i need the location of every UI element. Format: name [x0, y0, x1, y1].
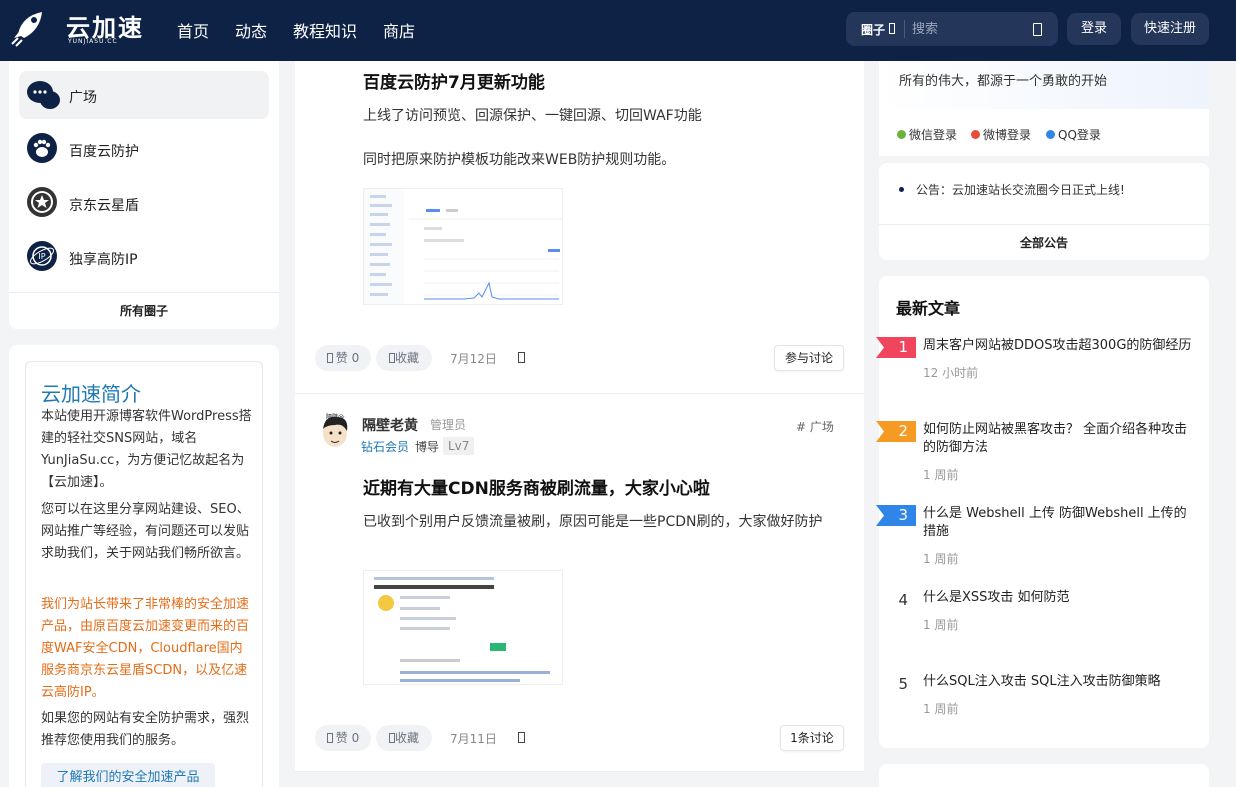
intro-box: 云加速简介 本站使用开源博客软件WordPress搭建的轻社交SNS网站，域名Y… — [25, 361, 263, 787]
article-link[interactable]: 如何防止网站被黑客攻击？ 全面介绍各种攻击的防御方法 — [923, 421, 1195, 457]
rank-number: 5 — [898, 675, 908, 693]
sidebar-item-label: 独享高防IP — [69, 252, 138, 268]
article-link[interactable]: 什么SQL注入攻击 SQL注入攻击防御策略 — [923, 673, 1195, 691]
sidebar-item-square[interactable]: 广场 — [19, 71, 269, 119]
search-input[interactable] — [912, 19, 1022, 39]
svg-text:隔壁@: 隔壁@ — [326, 413, 344, 421]
post-image[interactable] — [363, 188, 563, 305]
notice-item[interactable]: 公告：云加速站长交流圈今日正式上线! — [916, 181, 1125, 198]
article-time: 1 周前 — [923, 618, 959, 632]
nav-home[interactable]: 首页 — [177, 18, 209, 42]
avatar[interactable]: 隔壁@ — [317, 411, 353, 451]
sidebar-item-ip[interactable]: IP 独享高防IP — [19, 233, 269, 281]
nav-tutorials[interactable]: 教程知识 — [293, 18, 357, 42]
search-bar: 圈子 — [846, 12, 1058, 46]
site-logo[interactable]: 云加速 YUNJIASU.CC — [8, 8, 148, 48]
svg-text:IP: IP — [38, 252, 45, 261]
nav-shop[interactable]: 商店 — [383, 18, 415, 42]
next-card — [879, 764, 1209, 787]
ip-globe-icon: IP — [27, 241, 57, 271]
sidebar-item-jd[interactable]: 京东云星盾 — [19, 179, 269, 227]
sidebar-item-label: 京东云星盾 — [69, 198, 139, 214]
chat-bubbles-icon — [27, 79, 60, 109]
thumbs-up-icon — [326, 353, 333, 363]
intro-highlight: 我们为站长带来了非常棒的安全加速产品，由原百度云加速变更而来的百度WAF安全CD… — [41, 597, 250, 700]
circle-tag[interactable]: # 广场 — [796, 418, 834, 435]
sidebar-item-baidu[interactable]: 百度云防护 — [19, 125, 269, 173]
qq-login[interactable]: QQ登录 — [1046, 126, 1101, 143]
article-time: 12 小时前 — [923, 366, 979, 380]
article-link[interactable]: 周末客户网站被DDOS攻击超300G的防御经历 — [923, 337, 1195, 355]
favorite-button[interactable]: 收藏 — [376, 725, 432, 751]
article-time: 1 周前 — [923, 702, 959, 716]
post-text: 已收到个别用户反馈流量被刷，原因可能是一些PCDN刷的，大家做好防护 — [363, 514, 823, 530]
wechat-icon — [897, 130, 906, 139]
nav-feed[interactable]: 动态 — [235, 18, 267, 42]
intro-paragraph: 您可以在这里分享网站建设、SEO、网站推广等经验，有问题还可以发贴求助我们，关于… — [41, 502, 250, 561]
search-divider — [904, 20, 905, 38]
favorite-button[interactable]: 收藏 — [376, 345, 432, 371]
article-link[interactable]: 什么是XSS攻击 如何防范 — [923, 589, 1195, 607]
article-time: 1 周前 — [923, 468, 959, 482]
rank-number: 4 — [898, 591, 908, 609]
all-circles-link[interactable]: 所有圈子 — [9, 302, 279, 319]
title-badge: 博导 — [415, 440, 440, 454]
qq-icon — [1046, 130, 1055, 139]
weibo-icon — [971, 130, 980, 139]
share-icon[interactable] — [518, 352, 525, 363]
motto-text: 所有的伟大，都源于一个勇敢的开始 — [899, 74, 1108, 89]
thumbs-up-icon — [326, 733, 333, 743]
like-button[interactable]: 赞 0 — [315, 345, 371, 371]
divider — [9, 292, 279, 293]
level-badge: Lv7 — [443, 437, 475, 455]
author-name[interactable]: 隔壁老黄 — [362, 415, 418, 435]
article-link[interactable]: 什么是 Webshell 上传 防御Webshell 上传的措施 — [923, 505, 1195, 541]
baidu-paw-icon — [27, 133, 57, 163]
intro-title: 云加速简介 — [41, 382, 141, 406]
dropdown-icon — [889, 23, 895, 34]
vip-badge: 钻石会员 — [361, 440, 410, 454]
post-text: 上线了访问预览、回源保护、一键回源、切回WAF功能 — [363, 108, 702, 124]
wechat-login[interactable]: 微信登录 — [897, 126, 957, 143]
post-date: 7月11日 — [450, 732, 497, 746]
author-role: 管理员 — [430, 418, 467, 432]
brand-subtitle: YUNJIASU.CC — [68, 38, 118, 45]
intro-paragraph: 本站使用开源博客软件WordPress搭建的轻社交SNS网站，域名YunJiaS… — [41, 409, 252, 490]
discuss-button[interactable]: 参与讨论 — [774, 345, 844, 371]
discuss-button[interactable]: 1条讨论 — [780, 725, 844, 751]
share-icon[interactable] — [518, 732, 525, 743]
register-button[interactable]: 快速注册 — [1131, 13, 1209, 45]
divider — [879, 224, 1209, 225]
weibo-login[interactable]: 微博登录 — [971, 126, 1031, 143]
like-button[interactable]: 赞 0 — [315, 725, 371, 751]
products-link[interactable]: 了解我们的安全加速产品 — [41, 763, 215, 787]
latest-articles-title: 最新文章 — [896, 299, 961, 318]
post-text: 同时把原来防护模板功能改来WEB防护规则功能。 — [363, 152, 676, 168]
circle-filter-select[interactable]: 圈子 — [861, 21, 885, 38]
login-button[interactable]: 登录 — [1067, 13, 1121, 45]
sidebar-item-label: 百度云防护 — [69, 144, 139, 160]
post-title[interactable]: 近期有大量CDN服务商被刷流量，大家小心啦 — [363, 474, 710, 499]
post-title[interactable]: 百度云防护7月更新功能 — [363, 68, 545, 93]
top-header: 云加速 YUNJIASU.CC 首页 动态 教程知识 商店 圈子 登录 快速注册 — [0, 0, 1236, 61]
article-time: 1 周前 — [923, 552, 959, 566]
post-date: 7月12日 — [450, 352, 497, 366]
bullet-icon — [899, 187, 904, 192]
all-notices-link[interactable]: 全部公告 — [879, 234, 1209, 251]
sidebar-item-label: 广场 — [69, 90, 97, 106]
post-image[interactable] — [363, 570, 563, 685]
search-icon[interactable] — [1033, 23, 1042, 36]
intro-paragraph: 如果您的网站有安全防护需求，强烈推荐您使用我们的服务。 — [41, 711, 250, 748]
star-shield-icon — [27, 187, 57, 217]
